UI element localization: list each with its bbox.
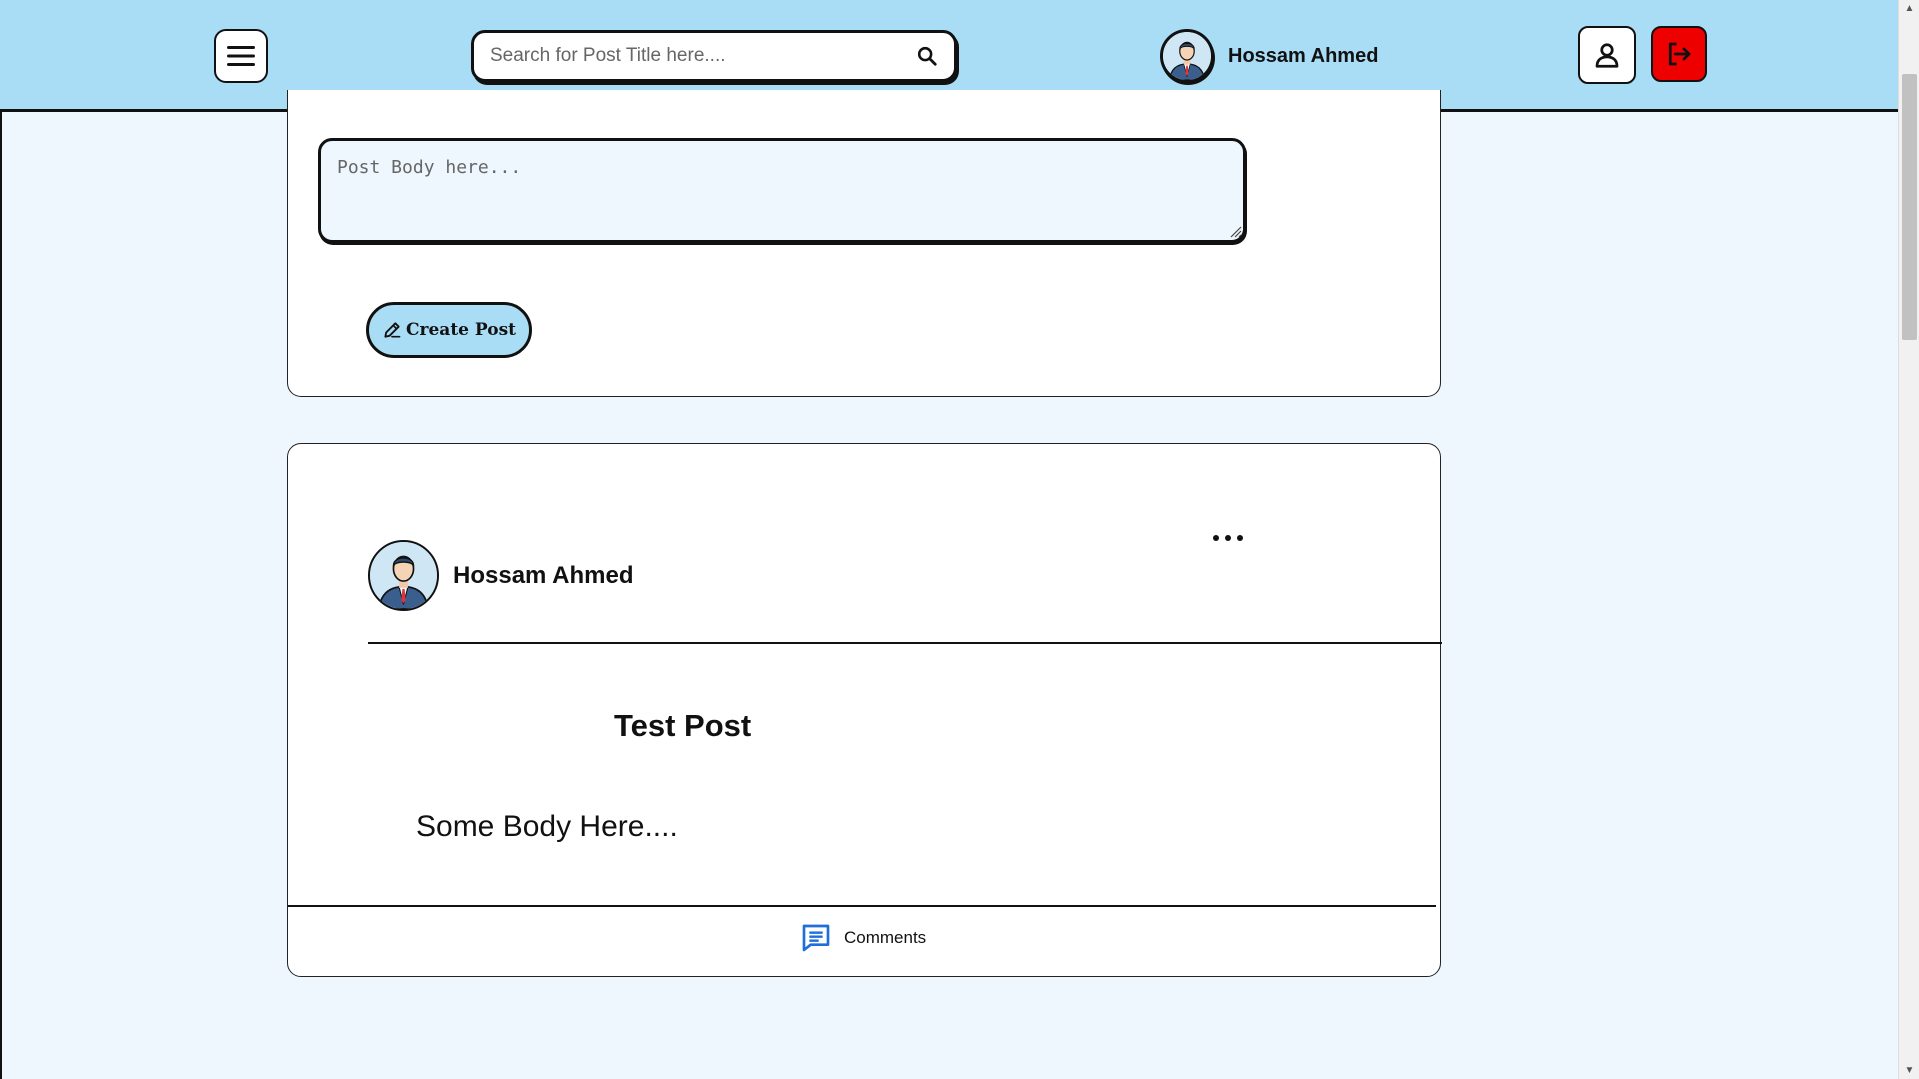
header-user-name[interactable]: Hossam Ahmed	[1228, 45, 1378, 68]
avatar[interactable]	[368, 540, 439, 611]
avatar[interactable]	[1160, 29, 1214, 83]
comment-icon	[802, 924, 830, 952]
scroll-up-arrow-icon[interactable]: ▲	[1899, 0, 1919, 17]
header-user[interactable]: Hossam Ahmed	[1160, 27, 1378, 85]
avatar-illustration	[1163, 32, 1211, 80]
resize-grip-icon[interactable]	[1228, 224, 1242, 238]
avatar-illustration	[370, 542, 437, 609]
create-post-card: Create Post	[287, 90, 1441, 397]
page-scrollbar[interactable]: ▲ ▼	[1898, 0, 1919, 1079]
post-author-name[interactable]: Hossam Ahmed	[453, 562, 634, 590]
search-icon[interactable]	[914, 43, 940, 69]
user-icon	[1595, 43, 1619, 68]
create-post-button[interactable]: Create Post	[366, 302, 532, 358]
profile-button[interactable]	[1578, 26, 1636, 84]
comments-button[interactable]: Comments	[800, 922, 926, 954]
logout-button[interactable]	[1651, 26, 1707, 82]
search-box	[471, 30, 957, 82]
menu-button[interactable]	[214, 29, 268, 83]
post-body: Some Body Here....	[416, 810, 678, 843]
scrollbar-thumb[interactable]	[1902, 74, 1917, 340]
edit-icon	[384, 322, 401, 338]
logout-icon	[1668, 42, 1691, 66]
create-post-label: Create Post	[406, 320, 516, 340]
scroll-down-arrow-icon[interactable]: ▼	[1899, 1062, 1919, 1079]
hamburger-icon	[227, 46, 255, 66]
comments-label[interactable]: Comments	[844, 928, 926, 948]
post-options-button[interactable]	[1208, 526, 1248, 550]
ellipsis-icon	[1213, 535, 1243, 541]
divider	[368, 642, 1442, 644]
post-body-input[interactable]	[318, 138, 1246, 243]
page-edge	[0, 112, 2, 1079]
post-author[interactable]: Hossam Ahmed	[368, 540, 634, 611]
divider	[288, 905, 1436, 907]
search-input[interactable]	[490, 45, 914, 67]
post-title: Test Post	[614, 708, 752, 743]
post-card: Hossam Ahmed Test Post Some Body Here...…	[287, 443, 1442, 977]
